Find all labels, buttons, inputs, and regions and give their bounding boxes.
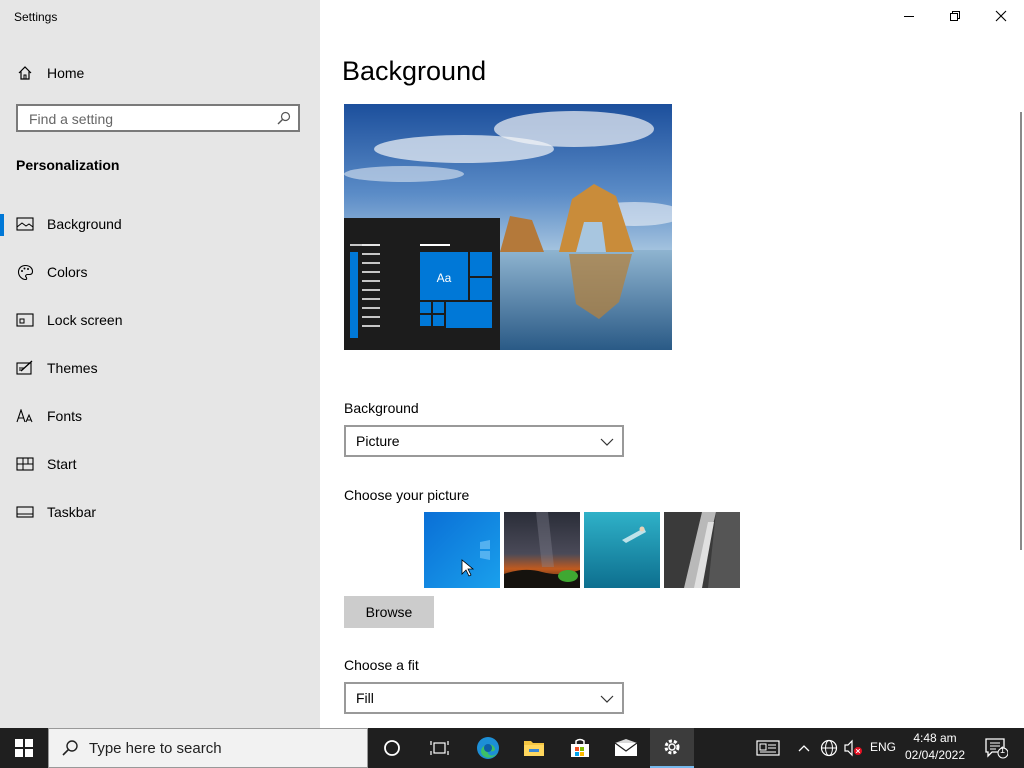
clock[interactable]: 4:48 am 02/04/2022: [902, 730, 968, 766]
chevron-down-icon: [600, 435, 614, 453]
folder-icon: [524, 741, 544, 756]
volume-muted-icon: [844, 739, 862, 757]
news-icon: [756, 740, 780, 756]
fonts-icon: [16, 407, 34, 425]
sidebar-item-label: Lock screen: [47, 312, 123, 328]
start-button[interactable]: [0, 728, 48, 768]
network-button[interactable]: [818, 728, 840, 768]
restore-icon: [950, 11, 960, 21]
sidebar-item-label: Fonts: [47, 408, 83, 424]
background-preview: Aa: [344, 104, 672, 350]
edge-button[interactable]: [466, 728, 510, 768]
globe-icon: [820, 739, 838, 757]
page-title: Background: [342, 56, 487, 86]
close-icon: [995, 10, 1007, 22]
store-button[interactable]: [558, 728, 602, 768]
background-dropdown-value: Picture: [356, 433, 400, 449]
find-setting-search[interactable]: [16, 104, 300, 132]
mail-button[interactable]: [604, 728, 648, 768]
store-icon: [571, 738, 589, 757]
volume-button[interactable]: [842, 728, 864, 768]
sidebar-item-lock-screen[interactable]: Lock screen: [0, 300, 320, 340]
background-label: Background: [344, 400, 419, 416]
taskbar: Type here to search ENG 4:48 am 02/04/20…: [0, 728, 1024, 768]
settings-taskbar-button[interactable]: [650, 728, 694, 768]
sidebar-item-label: Start: [47, 456, 77, 472]
news-button[interactable]: [752, 728, 784, 768]
picture-thumb-rock-cliff[interactable]: [664, 512, 740, 588]
task-view-icon: [430, 741, 449, 755]
palette-icon: [16, 263, 34, 281]
search-icon: [61, 739, 79, 762]
scrollbar[interactable]: [1020, 112, 1022, 550]
notification-count: 1: [1000, 745, 1006, 755]
sidebar-item-themes[interactable]: Themes: [0, 348, 320, 388]
restore-button[interactable]: [932, 0, 978, 32]
choose-picture-label: Choose your picture: [344, 487, 470, 503]
choose-fit-label: Choose a fit: [344, 657, 419, 673]
sidebar-item-label: Taskbar: [47, 504, 97, 520]
windows-logo-icon: [15, 739, 33, 757]
cortana-icon: [384, 740, 400, 756]
minimize-icon: [904, 16, 914, 17]
action-center-button[interactable]: 1: [978, 728, 1014, 768]
lock-screen-icon: [16, 311, 34, 329]
clock-date: 02/04/2022: [904, 748, 966, 762]
close-button[interactable]: [978, 0, 1024, 32]
find-setting-input[interactable]: [27, 106, 271, 132]
mail-icon: [614, 739, 638, 756]
background-dropdown[interactable]: Picture: [344, 425, 624, 457]
sidebar-item-label: Colors: [47, 264, 88, 280]
taskbar-search-placeholder: Type here to search: [89, 740, 222, 757]
sidebar-item-colors[interactable]: Colors: [0, 252, 320, 292]
fit-dropdown-value: Fill: [356, 690, 374, 706]
main-content: Background Aa Background Picture Choose …: [320, 0, 1024, 728]
sidebar: Settings Home Personalization Background…: [0, 0, 320, 728]
window-title: Settings: [14, 10, 58, 24]
language-indicator[interactable]: ENG: [870, 740, 896, 754]
edge-icon: [477, 737, 499, 759]
browse-button[interactable]: Browse: [344, 596, 434, 628]
sidebar-item-taskbar[interactable]: Taskbar: [0, 492, 320, 532]
picture-thumb-windows[interactable]: [424, 512, 500, 588]
picture-thumb-night-sky[interactable]: [504, 512, 580, 588]
chevron-down-icon: [600, 692, 614, 710]
themes-icon: [16, 359, 34, 377]
cortana-button[interactable]: [370, 728, 414, 768]
sidebar-item-start[interactable]: Start: [0, 444, 320, 484]
search-icon[interactable]: [276, 110, 292, 131]
picture-thumb-underwater[interactable]: [584, 512, 660, 588]
taskbar-icon: [16, 503, 34, 521]
gear-icon: [664, 739, 680, 755]
sidebar-item-label: Themes: [47, 360, 98, 376]
sidebar-item-label: Background: [47, 216, 122, 232]
chevron-up-icon: [798, 745, 810, 752]
clock-time: 4:48 am: [913, 731, 957, 745]
preview-tile-label: Aa: [437, 271, 452, 285]
home-nav-item[interactable]: Home: [0, 53, 320, 93]
home-label: Home: [47, 65, 85, 81]
fit-dropdown[interactable]: Fill: [344, 682, 624, 714]
task-view-button[interactable]: [418, 728, 462, 768]
show-hidden-icons-button[interactable]: [794, 728, 814, 768]
home-icon: [16, 64, 34, 82]
picture-icon: [16, 215, 34, 233]
file-explorer-button[interactable]: [512, 728, 556, 768]
sidebar-item-fonts[interactable]: Fonts: [0, 396, 320, 436]
start-icon: [16, 455, 34, 473]
section-title: Personalization: [16, 157, 120, 173]
sidebar-item-background[interactable]: Background: [0, 204, 320, 244]
minimize-button[interactable]: [886, 0, 932, 32]
taskbar-search-box[interactable]: Type here to search: [48, 728, 368, 768]
active-indicator: [0, 214, 4, 236]
